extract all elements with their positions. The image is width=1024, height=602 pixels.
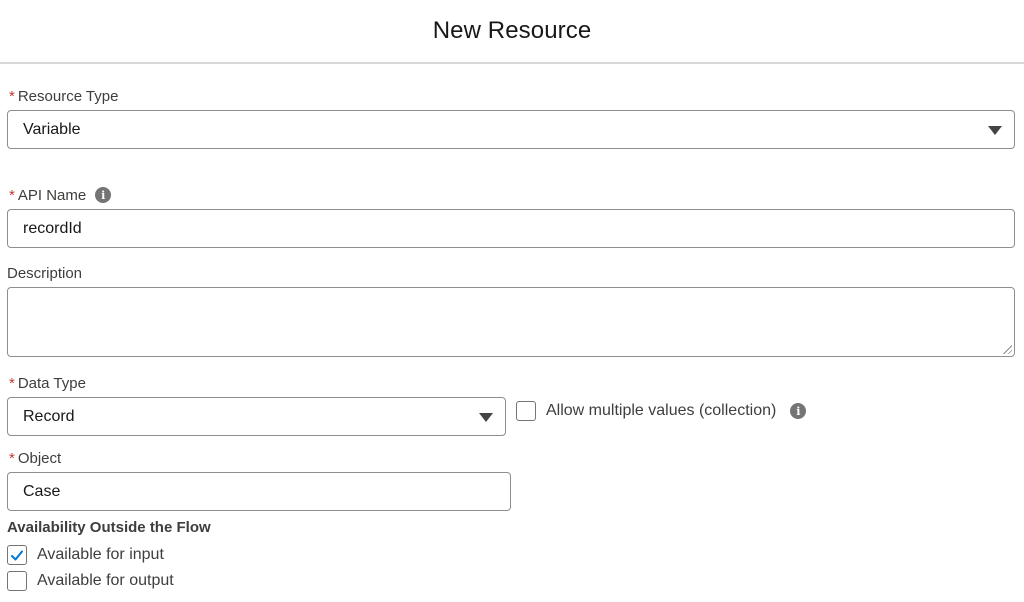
page-title: New Resource (432, 17, 592, 44)
info-icon[interactable]: i (95, 187, 112, 203)
description-label: Description (7, 263, 82, 283)
availability-title: Availability Outside the Flow (7, 519, 211, 536)
api-name-label: * API Name i (9, 185, 112, 205)
available-for-output-label: Available for output (37, 572, 174, 589)
dialog-header: New Resource (0, 0, 1024, 64)
api-name-label-text: API Name (17, 186, 87, 204)
collection-label-text: Allow multiple values (collection) (546, 402, 777, 419)
api-name-input[interactable]: recordId (7, 209, 1015, 248)
resize-handle-icon[interactable] (1002, 344, 1012, 354)
chevron-down-icon (988, 125, 1002, 135)
description-label-text: Description (7, 264, 83, 282)
chevron-down-icon (479, 412, 493, 422)
resource-type-label-text: Resource Type (17, 87, 119, 105)
available-for-input-label: Available for input (37, 546, 164, 563)
required-marker: * (9, 449, 15, 467)
object-label-text: Object (17, 449, 62, 467)
resource-type-select[interactable]: Variable (7, 110, 1015, 149)
data-type-select[interactable]: Record (7, 397, 506, 436)
description-textarea[interactable] (7, 287, 1015, 357)
new-resource-dialog: New Resource * Resource Type Variable * … (0, 0, 1024, 602)
required-marker: * (9, 87, 15, 105)
available-for-output-checkbox[interactable] (7, 571, 27, 591)
resource-type-label: * Resource Type (9, 86, 118, 106)
object-label: * Object (9, 448, 61, 468)
collection-checkbox[interactable] (516, 401, 536, 421)
data-type-value: Record (23, 407, 75, 425)
resource-type-value: Variable (23, 120, 81, 138)
check-icon (11, 550, 23, 561)
object-input[interactable]: Case (7, 472, 511, 511)
available-for-input-checkbox[interactable] (7, 545, 27, 565)
required-marker: * (9, 186, 15, 204)
collection-label: Allow multiple values (collection) i (546, 401, 807, 421)
object-value: Case (23, 482, 61, 500)
api-name-value: recordId (23, 219, 82, 237)
info-icon[interactable]: i (790, 403, 807, 419)
data-type-label-text: Data Type (17, 374, 86, 392)
required-marker: * (9, 374, 15, 392)
data-type-label: * Data Type (9, 373, 86, 393)
